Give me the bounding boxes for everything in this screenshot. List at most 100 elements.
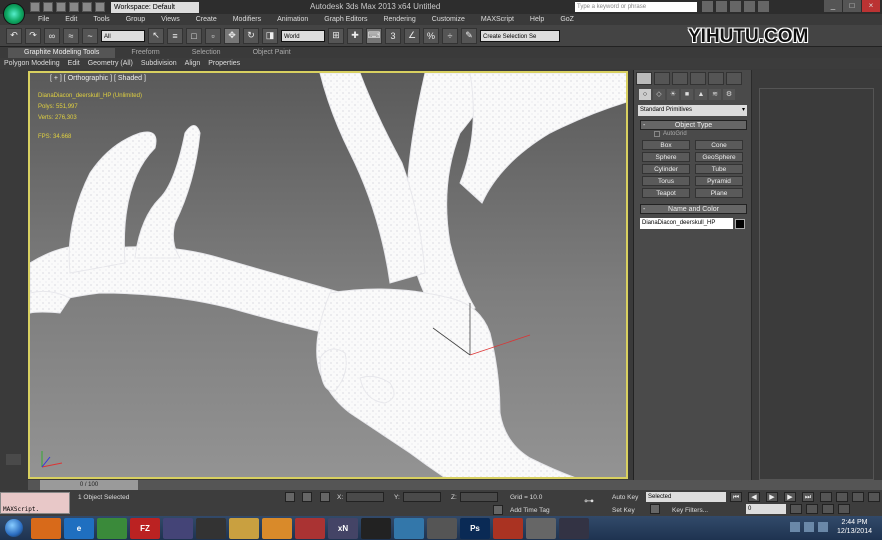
current-frame-input[interactable]: 0 <box>746 504 786 514</box>
menu-maxscript[interactable]: MAXScript <box>473 14 522 25</box>
3dsmax-logo-icon[interactable] <box>3 3 25 25</box>
help-icon[interactable] <box>758 1 769 12</box>
torus-button[interactable]: Torus <box>642 176 690 186</box>
menu-file[interactable]: File <box>30 14 57 25</box>
menu-edit[interactable]: Edit <box>57 14 85 25</box>
motion-tab-icon[interactable] <box>690 72 706 85</box>
maxscript-listener[interactable]: MAXScript. <box>0 492 70 514</box>
x-coord-input[interactable] <box>346 492 384 502</box>
taskbar-app-icon[interactable] <box>526 517 556 539</box>
autogrid-checkbox[interactable]: AutoGrid <box>634 130 751 138</box>
undo-quick-icon[interactable] <box>69 2 79 12</box>
ribbon-edit[interactable]: Edit <box>64 58 84 69</box>
teapot-button[interactable]: Teapot <box>642 188 690 198</box>
minimize-button[interactable]: _ <box>824 0 842 12</box>
tube-button[interactable]: Tube <box>695 164 743 174</box>
angle-snap-icon[interactable]: ∠ <box>404 27 420 44</box>
isolate-selection-icon[interactable] <box>285 492 295 502</box>
taskbar-monitor-icon[interactable] <box>394 517 424 539</box>
absolute-mode-icon[interactable] <box>320 492 330 502</box>
named-selection-dropdown[interactable]: Create Selection Se <box>480 29 560 42</box>
default-tangent-icon[interactable] <box>650 504 660 514</box>
ribbon-geometry[interactable]: Geometry (All) <box>84 58 137 69</box>
taskbar-media-icon[interactable] <box>196 517 226 539</box>
close-button[interactable]: × <box>862 0 880 12</box>
viewport-toggle-button[interactable] <box>6 454 21 465</box>
systems-category-icon[interactable]: ⚙ <box>723 89 735 100</box>
pivot-center-icon[interactable]: ⊞ <box>328 27 344 44</box>
tab-object-paint[interactable]: Object Paint <box>237 48 307 58</box>
reference-coordinate-dropdown[interactable]: World <box>281 29 325 42</box>
box-button[interactable]: Box <box>642 140 690 150</box>
cone-button[interactable]: Cone <box>695 140 743 150</box>
select-object-icon[interactable]: ↖ <box>148 27 164 44</box>
create-tab-icon[interactable] <box>636 72 652 85</box>
snaps-toggle-icon[interactable]: 3 <box>385 27 401 44</box>
save-file-icon[interactable] <box>56 2 66 12</box>
menu-graph-editors[interactable]: Graph Editors <box>316 14 375 25</box>
sphere-button[interactable]: Sphere <box>642 152 690 162</box>
spacewarps-category-icon[interactable]: ≋ <box>709 89 721 100</box>
ribbon-polygon-modeling[interactable]: Polygon Modeling <box>0 58 64 69</box>
taskbar-filezilla-icon[interactable]: FZ <box>130 517 160 539</box>
pyramid-button[interactable]: Pyramid <box>695 176 743 186</box>
auto-key-button[interactable]: Auto Key <box>612 494 638 501</box>
selection-lock-icon[interactable] <box>302 492 312 502</box>
previous-frame-icon[interactable]: ◀ <box>748 492 760 502</box>
select-manipulate-icon[interactable]: ✚ <box>347 27 363 44</box>
object-type-rollout[interactable]: - Object Type <box>640 120 747 130</box>
zoom-icon[interactable] <box>820 492 832 502</box>
plane-button[interactable]: Plane <box>695 188 743 198</box>
utilities-tab-icon[interactable] <box>726 72 742 85</box>
open-file-icon[interactable] <box>43 2 53 12</box>
taskbar-chrome-icon[interactable] <box>97 517 127 539</box>
taskbar-clock[interactable]: 2:44 PM 12/13/2014 <box>837 518 872 536</box>
taskbar-explorer-icon[interactable] <box>229 517 259 539</box>
shapes-category-icon[interactable]: ◇ <box>653 89 665 100</box>
select-by-name-icon[interactable]: ≡ <box>167 27 183 44</box>
time-slider[interactable]: 0 / 100 <box>40 480 138 490</box>
taskbar-player-icon[interactable] <box>262 517 292 539</box>
menu-customize[interactable]: Customize <box>424 14 473 25</box>
taskbar-ie-icon[interactable]: e <box>64 517 94 539</box>
unlink-icon[interactable]: ≈ <box>63 27 79 44</box>
ribbon-subdivision[interactable]: Subdivision <box>137 58 181 69</box>
hierarchy-tab-icon[interactable] <box>672 72 688 85</box>
next-frame-icon[interactable]: ▶ <box>784 492 796 502</box>
network-icon[interactable] <box>804 522 814 532</box>
lights-category-icon[interactable]: ☀ <box>667 89 679 100</box>
menu-tools[interactable]: Tools <box>85 14 117 25</box>
viewport-label[interactable]: [ + ] [ Orthographic ] [ Shaded ] <box>50 75 146 82</box>
geometry-category-icon[interactable]: ○ <box>639 89 651 100</box>
time-tag-icon[interactable] <box>493 505 503 515</box>
start-button[interactable] <box>0 516 28 540</box>
menu-group[interactable]: Group <box>118 14 153 25</box>
taskbar-cad-icon[interactable] <box>427 517 457 539</box>
menu-help[interactable]: Help <box>522 14 552 25</box>
menu-rendering[interactable]: Rendering <box>375 14 423 25</box>
edit-named-selection-icon[interactable]: ✎ <box>461 27 477 44</box>
key-filters-button[interactable]: Key Filters... <box>672 507 708 514</box>
spinner-snap-icon[interactable]: ÷ <box>442 27 458 44</box>
menu-create[interactable]: Create <box>188 14 225 25</box>
link-icon[interactable]: ∞ <box>44 27 60 44</box>
modify-tab-icon[interactable] <box>654 72 670 85</box>
taskbar-xn-icon[interactable]: xN <box>328 517 358 539</box>
primitive-category-dropdown[interactable]: Standard Primitives ▾ <box>638 105 747 116</box>
object-color-swatch[interactable] <box>735 218 745 229</box>
object-name-input[interactable]: DianaDiacon_deerskull_HP <box>640 218 734 229</box>
taskbar-zbrush-icon[interactable] <box>361 517 391 539</box>
keyboard-shortcut-override-icon[interactable]: ⌨ <box>366 27 382 44</box>
taskbar-3dsmax-icon[interactable] <box>493 517 523 539</box>
name-and-color-rollout[interactable]: - Name and Color <box>640 204 747 214</box>
redo-quick-icon[interactable] <box>82 2 92 12</box>
search-input[interactable]: Type a keyword or phrase <box>575 2 697 12</box>
go-to-end-icon[interactable]: ⏭ <box>802 492 814 502</box>
helpers-category-icon[interactable]: ▲ <box>695 89 707 100</box>
pan-view-icon[interactable] <box>790 504 802 514</box>
zoom-extents-icon[interactable] <box>852 492 864 502</box>
volume-icon[interactable] <box>818 522 828 532</box>
menu-views[interactable]: Views <box>153 14 188 25</box>
key-mode-dropdown[interactable]: Selected <box>646 492 726 502</box>
set-key-button[interactable]: Set Key <box>612 507 635 514</box>
